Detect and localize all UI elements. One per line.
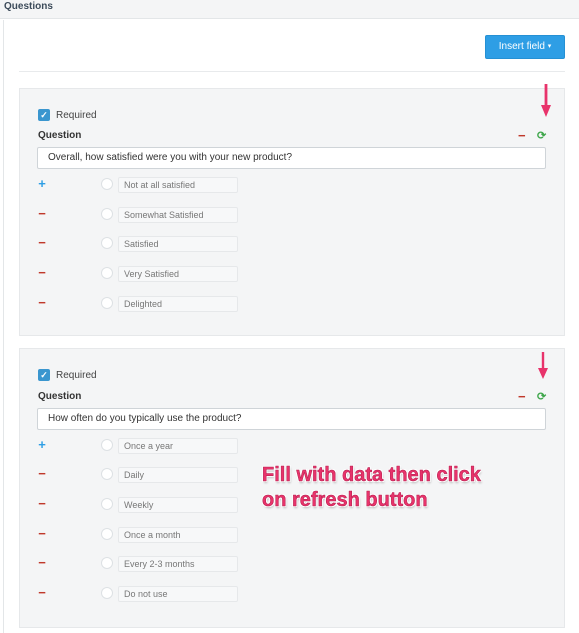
option-input[interactable]: Very Satisfied bbox=[118, 266, 238, 282]
radio-button[interactable] bbox=[101, 587, 113, 599]
option-row: − Do not use bbox=[37, 586, 257, 602]
option-row: + Once a year bbox=[37, 438, 257, 454]
arrow-down-icon bbox=[541, 84, 551, 117]
annotation-line-2: on refresh button bbox=[262, 489, 428, 512]
minus-icon[interactable]: − bbox=[37, 266, 47, 280]
radio-button[interactable] bbox=[101, 178, 113, 190]
question-label: Question bbox=[38, 391, 82, 402]
annotation-callout: Fill with data then click on refresh but… bbox=[262, 463, 562, 513]
option-input[interactable]: Delighted bbox=[118, 296, 238, 312]
radio-button[interactable] bbox=[101, 498, 113, 510]
option-row: − Very Satisfied bbox=[37, 266, 257, 282]
radio-button[interactable] bbox=[101, 297, 113, 309]
minus-icon[interactable]: − bbox=[37, 207, 47, 221]
radio-button[interactable] bbox=[101, 267, 113, 279]
radio-button[interactable] bbox=[101, 468, 113, 480]
required-label: Required bbox=[56, 109, 97, 121]
minus-icon[interactable]: − bbox=[37, 467, 47, 481]
panel-header: Questions bbox=[0, 0, 579, 19]
question-text-field[interactable]: How often do you typically use the produ… bbox=[37, 408, 546, 430]
question-text-field[interactable]: Overall, how satisfied were you with you… bbox=[37, 147, 546, 169]
option-row: − Satisfied bbox=[37, 236, 257, 252]
required-toggle[interactable]: ✓ Required bbox=[38, 369, 97, 381]
refresh-icon[interactable]: ⟳ bbox=[537, 392, 546, 403]
option-row: − Daily bbox=[37, 467, 257, 483]
option-input[interactable]: Once a month bbox=[118, 527, 238, 543]
radio-button[interactable] bbox=[101, 557, 113, 569]
minus-icon[interactable]: − bbox=[518, 390, 526, 403]
option-input[interactable]: Not at all satisfied bbox=[118, 177, 238, 193]
plus-icon[interactable]: + bbox=[37, 438, 47, 452]
option-row: − Once a month bbox=[37, 527, 257, 543]
insert-field-button[interactable]: Insert field ▾ bbox=[485, 35, 565, 59]
option-input[interactable]: Every 2-3 months bbox=[118, 556, 238, 572]
checkbox-checked-icon[interactable]: ✓ bbox=[38, 369, 50, 381]
option-input[interactable]: Once a year bbox=[118, 438, 238, 454]
insert-field-label: Insert field bbox=[498, 41, 545, 52]
option-input[interactable]: Somewhat Satisfied bbox=[118, 207, 238, 223]
arrow-down-icon bbox=[538, 352, 548, 379]
minus-icon[interactable]: − bbox=[37, 586, 47, 600]
required-toggle[interactable]: ✓ Required bbox=[38, 109, 97, 121]
radio-button[interactable] bbox=[101, 528, 113, 540]
option-input[interactable]: Do not use bbox=[118, 586, 238, 602]
minus-icon[interactable]: − bbox=[37, 556, 47, 570]
option-input[interactable]: Daily bbox=[118, 467, 238, 483]
minus-icon[interactable]: − bbox=[37, 236, 47, 250]
option-row: − Weekly bbox=[37, 497, 257, 513]
refresh-icon[interactable]: ⟳ bbox=[537, 131, 546, 142]
radio-button[interactable] bbox=[101, 237, 113, 249]
option-row: − Somewhat Satisfied bbox=[37, 207, 257, 223]
minus-icon[interactable]: − bbox=[37, 296, 47, 310]
annotation-line-1: Fill with data then click bbox=[262, 464, 481, 487]
radio-button[interactable] bbox=[101, 208, 113, 220]
question-card: ✓ Required Question − ⟳ Overall, how sat… bbox=[19, 88, 565, 336]
caret-down-icon: ▾ bbox=[547, 43, 552, 50]
divider bbox=[19, 71, 565, 72]
plus-icon[interactable]: + bbox=[37, 177, 47, 191]
minus-icon[interactable]: − bbox=[37, 527, 47, 541]
option-row: − Delighted bbox=[37, 296, 257, 312]
panel-title: Questions bbox=[4, 1, 53, 12]
minus-icon[interactable]: − bbox=[518, 129, 526, 142]
option-input[interactable]: Weekly bbox=[118, 497, 238, 513]
checkbox-checked-icon[interactable]: ✓ bbox=[38, 109, 50, 121]
option-row: + Not at all satisfied bbox=[37, 177, 257, 193]
radio-button[interactable] bbox=[101, 439, 113, 451]
minus-icon[interactable]: − bbox=[37, 497, 47, 511]
question-label: Question bbox=[38, 130, 82, 141]
option-input[interactable]: Satisfied bbox=[118, 236, 238, 252]
required-label: Required bbox=[56, 369, 97, 381]
option-row: − Every 2-3 months bbox=[37, 556, 257, 572]
